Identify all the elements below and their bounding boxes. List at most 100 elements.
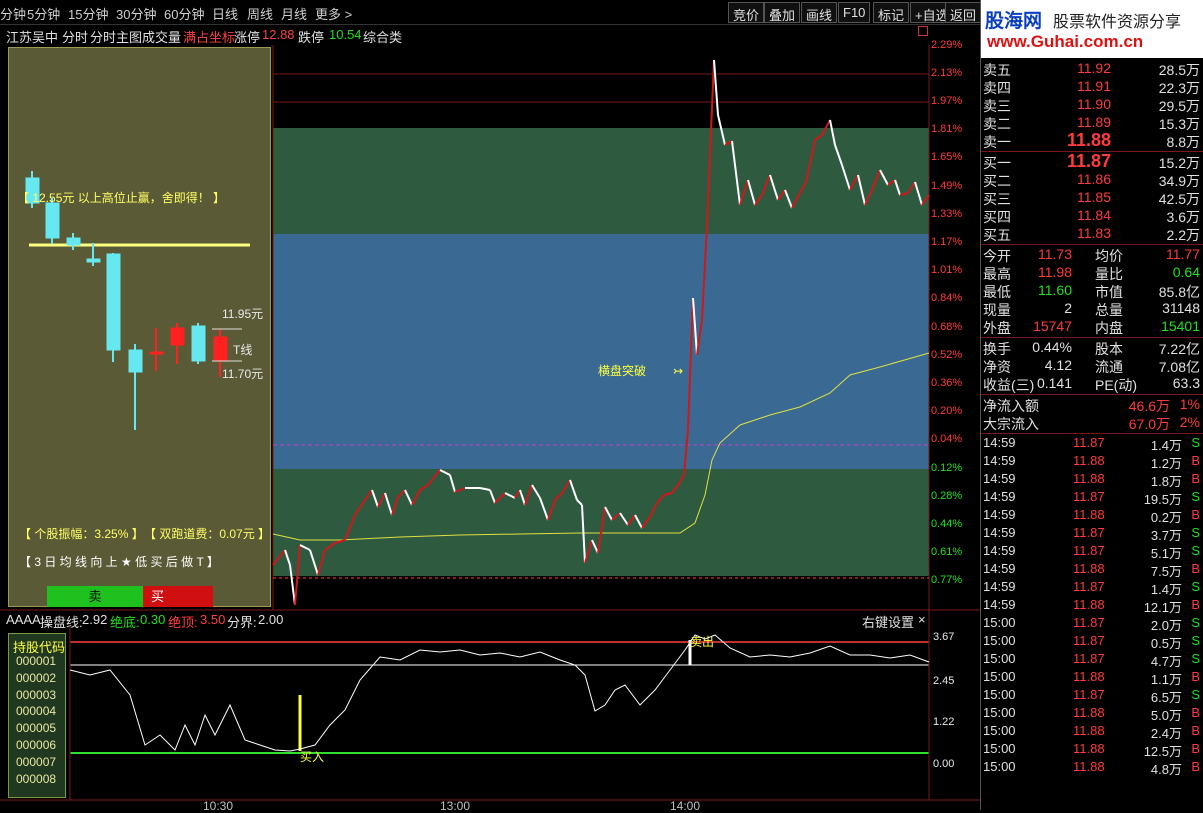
tick-volume: 3.7万 bbox=[1150, 528, 1182, 543]
tick-row: 14:59 11.87 5.1万 S bbox=[981, 543, 1203, 561]
ask-row: 卖五 11.92 28.5万 bbox=[981, 60, 1203, 78]
tick-row: 15:00 11.88 4.8万 B bbox=[981, 759, 1203, 777]
sell-button[interactable]: 卖 bbox=[47, 586, 143, 607]
tick-price: 11.87 bbox=[1073, 435, 1105, 450]
tick-row: 14:59 11.88 0.2万 B bbox=[981, 507, 1203, 525]
pct-label: 0.61% bbox=[931, 546, 963, 558]
pct-label: 0.20% bbox=[931, 405, 963, 417]
stat-label: 总量 bbox=[1095, 302, 1123, 318]
tick-row: 14:59 11.88 1.8万 B bbox=[981, 471, 1203, 489]
tick-time: 14:59 bbox=[983, 453, 1016, 468]
tick-volume: 1.1万 bbox=[1150, 672, 1182, 687]
auction-button[interactable]: 竞价 bbox=[728, 2, 765, 23]
period-5min[interactable]: 5分钟 bbox=[27, 4, 60, 23]
tick-row: 14:59 11.88 7.5万 B bbox=[981, 561, 1203, 579]
indicator-name[interactable]: AAAA bbox=[6, 612, 41, 627]
pct-label: 0.44% bbox=[931, 518, 963, 530]
holding-code[interactable]: 000008 bbox=[9, 772, 65, 789]
ask-volume: 22.3万 bbox=[1158, 80, 1200, 96]
tick-volume: 0.2万 bbox=[1150, 510, 1182, 525]
indicator-header: AAAA 操盘线: 2.92 绝底: 0.30 绝顶: 3.50 分界: 2.0… bbox=[0, 610, 935, 630]
strategy-tip: 【 3 日 均 线 向 上 ★ 低 买 后 做 T 】 bbox=[19, 555, 219, 569]
stat-value: 7.08亿 bbox=[1158, 359, 1200, 375]
bid-label: 买四 bbox=[983, 209, 1011, 225]
boundary-label: 分界: bbox=[227, 615, 257, 630]
holding-code[interactable]: 000002 bbox=[9, 671, 65, 688]
tick-volume: 4.8万 bbox=[1150, 762, 1182, 777]
period-more[interactable]: 更多 > bbox=[315, 4, 352, 23]
tick-row: 14:59 11.87 3.7万 S bbox=[981, 525, 1203, 543]
tick-price: 11.88 bbox=[1073, 741, 1105, 756]
ask-label: 卖一 bbox=[983, 134, 1011, 150]
time-label: 14:00 bbox=[670, 799, 701, 813]
holding-code[interactable]: 000006 bbox=[9, 738, 65, 755]
tick-volume: 4.7万 bbox=[1150, 654, 1182, 669]
period-60min[interactable]: 60分钟 bbox=[164, 4, 204, 23]
overlay-button[interactable]: 叠加 bbox=[764, 2, 801, 23]
period-day[interactable]: 日线 bbox=[212, 4, 238, 23]
candle-body bbox=[170, 327, 185, 346]
limit-down-value: 10.54 bbox=[329, 27, 362, 42]
f10-button[interactable]: F10 bbox=[838, 2, 871, 23]
stat-row: 净资 4.12 流通 7.08亿 bbox=[981, 357, 1203, 375]
stat-value: 7.22亿 bbox=[1158, 341, 1200, 357]
candle-body bbox=[128, 349, 143, 373]
holding-code[interactable]: 000004 bbox=[9, 704, 65, 721]
tick-side: B bbox=[1191, 669, 1200, 684]
period-week[interactable]: 周线 bbox=[247, 4, 273, 23]
tick-price: 11.87 bbox=[1073, 651, 1105, 666]
period-month[interactable]: 月线 bbox=[281, 4, 307, 23]
stat-row: 换手 0.44% 股本 7.22亿 bbox=[981, 339, 1203, 357]
stat-label: 内盘 bbox=[1095, 320, 1123, 336]
tick-volume: 1.4万 bbox=[1150, 438, 1182, 453]
tick-time: 15:00 bbox=[983, 723, 1016, 738]
mark-button[interactable]: 标记 bbox=[873, 2, 910, 23]
pct-label: 0.84% bbox=[931, 292, 963, 304]
back-button[interactable]: 返回 bbox=[945, 2, 982, 23]
quote-panel: 股海网 股票软件资源分享 www.Guhai.com.cn 卖五 11.92 28.… bbox=[980, 0, 1203, 810]
tick-price: 11.88 bbox=[1073, 507, 1105, 522]
pct-label: 0.36% bbox=[931, 377, 963, 389]
holdings-list: 持股代码 000001 000002 000003 000004 000005 … bbox=[8, 633, 66, 798]
close-icon[interactable]: × bbox=[918, 612, 926, 627]
flow-row: 净流入额 46.6万 1% bbox=[981, 396, 1203, 414]
tick-side: S bbox=[1191, 489, 1200, 504]
holding-code[interactable]: 000007 bbox=[9, 755, 65, 772]
stat-label: 今开 bbox=[983, 248, 1011, 264]
ask-price: 11.90 bbox=[1077, 96, 1111, 112]
buy-marker-text: 买入 bbox=[300, 750, 324, 764]
buy-button[interactable]: 买 bbox=[143, 586, 213, 607]
bid-price: 11.87 bbox=[1067, 151, 1112, 171]
tick-time: 15:00 bbox=[983, 615, 1016, 630]
lower-zone bbox=[273, 469, 929, 576]
full-coordinate-label[interactable]: 满占坐标 bbox=[183, 27, 235, 46]
tick-row: 14:59 11.88 1.2万 B bbox=[981, 453, 1203, 471]
tick-row: 15:00 11.87 6.5万 S bbox=[981, 687, 1203, 705]
ask-volume: 29.5万 bbox=[1158, 98, 1200, 114]
pct-label: 1.97% bbox=[931, 95, 963, 107]
time-label: 13:00 bbox=[440, 799, 471, 813]
mode-intraday-main[interactable]: 分时主图 bbox=[90, 27, 142, 46]
limit-up-label: 涨停 bbox=[234, 30, 261, 45]
flow-value: 67.0万 bbox=[1128, 416, 1170, 432]
tick-price: 11.88 bbox=[1073, 723, 1105, 738]
holding-code[interactable]: 000005 bbox=[9, 721, 65, 738]
amplitude-text: 【 个股振幅：3.25% 】 bbox=[19, 527, 144, 541]
pct-label: 0.52% bbox=[931, 349, 963, 361]
period-1min[interactable]: 分钟 bbox=[0, 4, 26, 23]
holding-code[interactable]: 000003 bbox=[9, 688, 65, 705]
ask-volume: 28.5万 bbox=[1158, 62, 1200, 78]
holding-code[interactable]: 000001 bbox=[9, 654, 65, 671]
restore-icon[interactable] bbox=[918, 26, 928, 36]
right-click-settings[interactable]: 右键设置 bbox=[862, 612, 914, 631]
volume-label[interactable]: 成交量 bbox=[142, 27, 181, 46]
period-15min[interactable]: 15分钟 bbox=[68, 4, 108, 23]
stat-value: 0.64 bbox=[1172, 264, 1200, 280]
tick-price: 11.87 bbox=[1073, 615, 1105, 630]
mode-intraday[interactable]: 分时 bbox=[62, 27, 88, 46]
tick-volume: 2.4万 bbox=[1150, 726, 1182, 741]
stat-row: 今开 11.73 均价 11.77 bbox=[981, 246, 1203, 264]
draw-button[interactable]: 画线 bbox=[801, 2, 838, 23]
period-30min[interactable]: 30分钟 bbox=[116, 4, 156, 23]
tick-time: 14:59 bbox=[983, 507, 1016, 522]
